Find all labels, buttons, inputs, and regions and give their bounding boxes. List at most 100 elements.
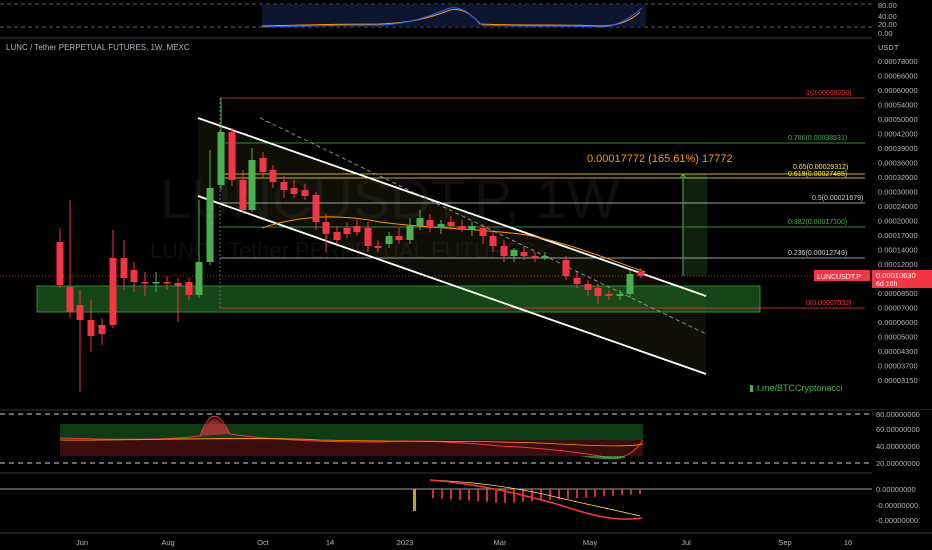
fib-label: 0.5(0.00021679): [812, 195, 863, 202]
chart-title: LUNC / Tether PERPETUAL FUTURES, 1W, MEX…: [6, 43, 190, 52]
candle-body: [259, 158, 267, 172]
candle-body: [269, 170, 277, 182]
macd-axis: 0.00000000 -0.00000000 -0.00000000: [872, 473, 932, 533]
macd-bar: [477, 489, 479, 502]
candle-body: [120, 258, 128, 278]
price-tick: 0.00012000: [878, 260, 918, 269]
link-label: t.me/BTCCryptonacci: [757, 383, 843, 393]
fib-label: 1(0.00059250): [806, 90, 852, 97]
candle-body: [584, 284, 592, 290]
price-tick: 0.00017000: [878, 231, 918, 240]
candle-body: [637, 272, 645, 276]
candle-body: [130, 270, 138, 282]
price-tick: 0.00024000: [878, 202, 918, 211]
stoch-panel: [0, 0, 932, 39]
candle-body: [76, 305, 84, 320]
macd-bar: [567, 489, 569, 499]
time-label: 14: [326, 538, 334, 547]
rsi-tick: 80.00000000: [876, 410, 920, 419]
rsi-tick: 60.00000000: [876, 425, 920, 434]
price-tick: 0.00007000: [878, 304, 918, 313]
fib-label: 0.65(0.00029312): [793, 164, 848, 171]
candle-body: [395, 236, 403, 240]
candle-body: [312, 195, 320, 222]
macd-bar: [450, 489, 452, 500]
time-label: Mar: [494, 538, 507, 547]
candle-body: [541, 256, 549, 258]
macd-bar: [612, 489, 614, 496]
rsi-tick: 40.00000000: [876, 442, 920, 451]
rsi-tick: 20.00000000: [876, 459, 920, 468]
price-tick: 0.00003700: [878, 362, 918, 371]
candle-body: [562, 260, 570, 276]
candle-body: [385, 236, 393, 244]
candle-body: [626, 274, 634, 294]
candle-body: [479, 228, 487, 236]
macd-bar: [459, 489, 461, 500]
macd-tick: 0.00000000: [876, 485, 916, 494]
macd-panel: [0, 479, 872, 520]
candle-body: [87, 320, 95, 336]
measure-label: 0.00017772 (165.61%) 17772: [587, 153, 733, 165]
candle-body: [333, 232, 341, 240]
candle-body: [228, 132, 236, 180]
macd-bar: [603, 489, 605, 497]
price-tick: 0.00003150: [878, 376, 918, 385]
price-tick: 0.00042000: [878, 130, 918, 139]
candle-body: [531, 256, 539, 258]
price-tick: 0.00008500: [878, 289, 918, 298]
candle-body: [66, 287, 74, 312]
stoch-tick: 80.00: [878, 1, 897, 10]
macd-bar: [432, 489, 434, 499]
candle-body: [163, 282, 171, 284]
measure-box: [683, 174, 707, 276]
candle-body: [468, 226, 476, 230]
macd-bar: [594, 489, 596, 497]
stoch-tick: 20.00: [878, 20, 897, 29]
price-tick: 0.00054000: [878, 101, 918, 110]
time-label: 2023: [397, 538, 414, 547]
price-tick: 0.00032000: [878, 173, 918, 182]
macd-bar: [540, 489, 542, 501]
candle-body: [152, 282, 160, 284]
candle-body: [141, 282, 149, 284]
candle-body: [301, 190, 309, 196]
candle-body: [426, 220, 434, 228]
fib-label: 0.618(0.00027485): [788, 171, 847, 178]
price-tick: 0.00030000: [878, 188, 918, 197]
macd-bar: [531, 489, 533, 502]
macd-bar: [486, 489, 488, 502]
fib-label: 0.236(0.00012749): [788, 250, 847, 257]
price-tick: 0.00014000: [878, 246, 918, 255]
time-label: Sep: [778, 538, 791, 547]
candle-body: [364, 228, 372, 246]
candle-body: [406, 226, 414, 240]
candle-body: [573, 278, 581, 284]
price-tick: 0.00004300: [878, 347, 918, 356]
price-tick: 0.00060000: [878, 86, 918, 95]
candle-body: [343, 228, 351, 234]
price-tick: 0.00005000: [878, 333, 918, 342]
candle-body: [500, 246, 508, 256]
macd-bar: [468, 489, 470, 501]
price-tick: 0.00039000: [878, 144, 918, 153]
time-label: Aug: [161, 538, 174, 547]
macd-bar: [639, 489, 641, 494]
macd-bar: [630, 489, 632, 495]
link-label-icon: ▮: [749, 383, 754, 393]
candle-body: [56, 242, 64, 285]
rsi-axis: 80.00000000 60.00000000 40.00000000 20.0…: [872, 410, 932, 473]
price-tick: 0.00006000: [878, 318, 918, 327]
candle-body: [217, 132, 225, 185]
candle-body: [98, 325, 106, 334]
price-badge-countdown: 6d 16h: [876, 281, 898, 288]
macd-bar: [513, 489, 515, 503]
main-panel: LUNCUSDT.P, 1W LUNC / Tether PERPETUAL F…: [0, 90, 872, 393]
macd-bar: [621, 489, 623, 496]
candle-body: [280, 182, 288, 190]
price-badge-value: 0.00010630: [876, 271, 916, 280]
stoch-tick: 0.00: [878, 29, 893, 38]
macd-bar: [549, 489, 551, 500]
chart-canvas[interactable]: 80.00 40.00 20.00 0.00 LUNCUSDT.P, 1W LU…: [0, 0, 932, 550]
price-tick: 0.00050000: [878, 115, 918, 124]
